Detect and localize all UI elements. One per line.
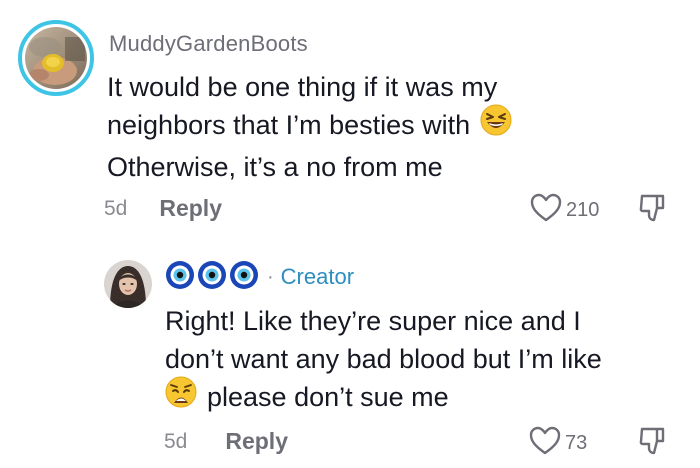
comment-item: MuddyGardenBoots It would be one thing i…	[0, 0, 700, 250]
user-avatar-icon	[25, 27, 87, 89]
reply-button[interactable]: Reply	[159, 195, 222, 222]
reply-button[interactable]: Reply	[225, 428, 288, 455]
like-count: 210	[566, 199, 600, 221]
comment-text: It would be one thing if it was my neigh…	[107, 68, 667, 186]
thumbs-down-icon[interactable]	[637, 192, 669, 229]
comment-meta: 5d Reply	[104, 195, 222, 222]
evil-eye-icon	[197, 260, 227, 295]
comment-line: It would be one thing if it was my	[107, 72, 498, 102]
avatar[interactable]	[104, 260, 152, 308]
comment-date: 5d	[104, 196, 128, 220]
comment-line-with-emoji: neighbors that I’m besties with	[107, 104, 667, 148]
comment-line: neighbors that I’m besties with	[107, 110, 471, 141]
evil-eye-icon	[229, 260, 259, 295]
comment-line: Otherwise, it’s a no from me	[107, 152, 443, 182]
separator-dot: ·	[267, 265, 274, 288]
thumbs-down-icon[interactable]	[637, 425, 669, 462]
comment-line: Right! Like they’re super nice and I	[165, 306, 581, 336]
comment-line: don’t want any bad blood but I’m like	[165, 344, 602, 374]
user-avatar-icon	[104, 260, 152, 308]
evil-eye-icon	[165, 260, 195, 295]
grinning-squinting-face-icon	[480, 104, 512, 146]
comment-meta: 5d Reply	[164, 428, 288, 455]
like-button[interactable]: 73	[529, 426, 587, 461]
avatar-story-ring[interactable]	[18, 20, 94, 96]
comment-line-with-emoji: please don’t sue me	[165, 376, 685, 420]
comment-text: Right! Like they’re super nice and I don…	[165, 302, 685, 420]
creator-badge: Creator	[280, 264, 355, 289]
comment-line: please don’t sue me	[207, 382, 449, 413]
heart-outline-icon	[530, 193, 562, 228]
like-button[interactable]: 210	[530, 193, 599, 228]
reply-header: · Creator	[165, 259, 354, 295]
comment-date: 5d	[164, 429, 188, 453]
heart-outline-icon	[529, 426, 561, 461]
weary-face-icon	[165, 376, 197, 418]
avatar[interactable]	[25, 27, 87, 89]
username[interactable]: MuddyGardenBoots	[109, 31, 308, 57]
like-count: 73	[565, 432, 588, 454]
